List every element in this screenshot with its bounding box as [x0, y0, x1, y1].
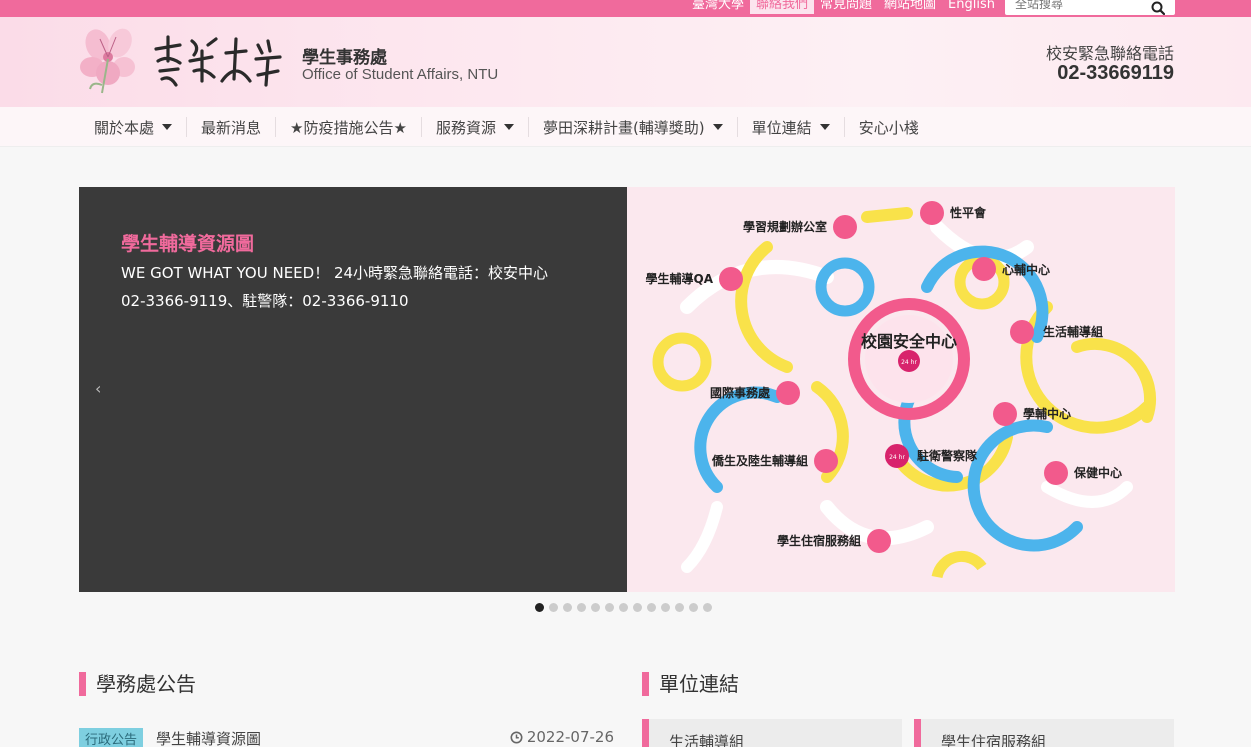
carousel-dot[interactable] — [577, 603, 586, 612]
carousel-dot[interactable] — [563, 603, 572, 612]
carousel-dot[interactable] — [633, 603, 642, 612]
carousel-dots — [535, 603, 712, 612]
site-search — [1005, 0, 1175, 15]
carousel-dot[interactable] — [535, 603, 544, 612]
site-header: 學生事務處 Office of Student Affairs, NTU 校安緊… — [0, 17, 1251, 107]
caret-down-icon — [503, 124, 514, 130]
node-label: 駐衛警察隊 — [917, 448, 978, 463]
emergency-phone[interactable]: 02-33669119 — [1057, 62, 1174, 85]
unit-card-life-guidance[interactable]: 生活輔導組 — [642, 719, 902, 747]
top-link-contact[interactable]: 聯絡我們 — [750, 0, 815, 14]
nav-item-label: 單位連結 — [751, 118, 812, 137]
resource-map-svg: 校園安全中心 24 hr 學習規劃辦公室 性平會 學生輔導QA 心輔中心 生活輔… — [627, 187, 1175, 592]
node-label: 心輔中心 — [1002, 262, 1050, 277]
node-label: 僑生及陸生輔導組 — [711, 453, 808, 468]
announcement-date-text: 2022-07-26 — [526, 728, 614, 746]
carousel-dot[interactable] — [689, 603, 698, 612]
nav-item-label: 夢田深耕計畫(輔導獎助) — [542, 118, 705, 137]
unit-card-housing[interactable]: 學生住宿服務組 — [914, 719, 1174, 747]
top-link-faq[interactable]: 常見問題 — [814, 0, 878, 14]
units-title: 單位連結 — [642, 672, 739, 696]
nav-item-label: 安心小棧 — [858, 118, 919, 137]
org-name-en: Office of Student Affairs, NTU — [302, 66, 499, 83]
node-label: 學輔中心 — [1023, 406, 1071, 421]
nav-item-label: 關於本處 — [94, 118, 155, 137]
carousel-dot[interactable] — [703, 603, 712, 612]
search-input[interactable] — [1015, 0, 1145, 12]
emergency-label: 校安緊急聯絡電話 — [1045, 44, 1174, 63]
node-label: 學習規劃辦公室 — [743, 219, 827, 234]
search-icon[interactable] — [1151, 1, 1165, 15]
unit-card-label: 學生住宿服務組 — [941, 733, 1047, 747]
ntu-calligraphy-logo[interactable] — [150, 31, 285, 91]
nav-item-units[interactable]: 單位連結 — [738, 117, 845, 137]
police-badge: 24 hr — [889, 454, 905, 461]
node-label: 保健中心 — [1073, 465, 1122, 480]
org-name-zh: 學生事務處 — [302, 48, 387, 68]
slide-title[interactable]: 學生輔導資源圖 — [121, 229, 254, 256]
unit-card-label: 生活輔導組 — [669, 733, 745, 747]
slide-description: WE GOT WHAT YOU NEED！ 24小時緊急聯絡電話：校安中心02-… — [121, 264, 549, 310]
clock-icon — [510, 731, 523, 743]
caret-down-icon — [712, 124, 723, 130]
node-label: 學生住宿服務組 — [777, 533, 861, 548]
carousel-dot[interactable] — [675, 603, 684, 612]
carousel-dot[interactable] — [549, 603, 558, 612]
nav-item-label: 最新消息 — [201, 118, 262, 137]
center-label: 校園安全中心 — [861, 332, 957, 351]
resource-map-graphic[interactable]: 校園安全中心 24 hr 學習規劃辦公室 性平會 學生輔導QA 心輔中心 生活輔… — [627, 187, 1175, 592]
node-label: 性平會 — [949, 205, 987, 220]
main-nav: 關於本處 最新消息 ★防疫措施公告★ 服務資源 夢田深耕計畫(輔導獎助) 單位連… — [0, 107, 1251, 147]
carousel-dot[interactable] — [605, 603, 614, 612]
nav-item-covid[interactable]: ★防疫措施公告★ — [276, 117, 422, 137]
azalea-logo-icon[interactable] — [78, 23, 140, 101]
carousel-dot[interactable] — [591, 603, 600, 612]
carousel-dot[interactable] — [661, 603, 670, 612]
announcement-title[interactable]: 學生輔導資源圖 — [156, 728, 261, 747]
nav-item-dream-field[interactable]: 夢田深耕計畫(輔導獎助) — [529, 117, 738, 137]
carousel-prev-button[interactable]: ‹ — [95, 379, 101, 398]
top-link-english[interactable]: English — [942, 0, 1001, 14]
caret-down-icon — [819, 124, 830, 130]
hero-carousel: 學生輔導資源圖 WE GOT WHAT YOU NEED！ 24小時緊急聯絡電話… — [79, 187, 1175, 592]
announcement-row[interactable]: 行政公告 學生輔導資源圖 2022-07-26 — [79, 728, 614, 747]
nav-item-about[interactable]: 關於本處 — [80, 117, 188, 137]
top-utility-bar: 臺灣大學 聯絡我們 常見問題 網站地圖 English — [0, 0, 1251, 17]
carousel-dot[interactable] — [619, 603, 628, 612]
nav-item-label: ★防疫措施公告★ — [290, 118, 407, 137]
main-nav-list: 關於本處 最新消息 ★防疫措施公告★ 服務資源 夢田深耕計畫(輔導獎助) 單位連… — [80, 117, 933, 137]
announcement-date: 2022-07-26 — [510, 728, 614, 746]
top-link-sitemap[interactable]: 網站地圖 — [878, 0, 942, 14]
nav-item-label: 服務資源 — [435, 118, 496, 137]
top-links: 臺灣大學 聯絡我們 常見問題 網站地圖 English — [686, 0, 1001, 14]
carousel-dot[interactable] — [647, 603, 656, 612]
node-label: 學生輔導QA — [646, 271, 714, 286]
node-label: 國際事務處 — [710, 385, 770, 400]
node-label: 生活輔導組 — [1043, 324, 1103, 339]
center-badge: 24 hr — [901, 359, 917, 366]
caret-down-icon — [162, 124, 173, 130]
top-link-ntu[interactable]: 臺灣大學 — [686, 0, 750, 14]
announcements-title: 學務處公告 — [79, 672, 196, 696]
nav-item-safe-corner[interactable]: 安心小棧 — [845, 117, 933, 137]
slide-caption-panel: 學生輔導資源圖 WE GOT WHAT YOU NEED！ 24小時緊急聯絡電話… — [79, 187, 627, 592]
announcement-tag[interactable]: 行政公告 — [79, 728, 144, 747]
nav-item-news[interactable]: 最新消息 — [187, 117, 277, 137]
nav-item-services[interactable]: 服務資源 — [422, 117, 529, 137]
